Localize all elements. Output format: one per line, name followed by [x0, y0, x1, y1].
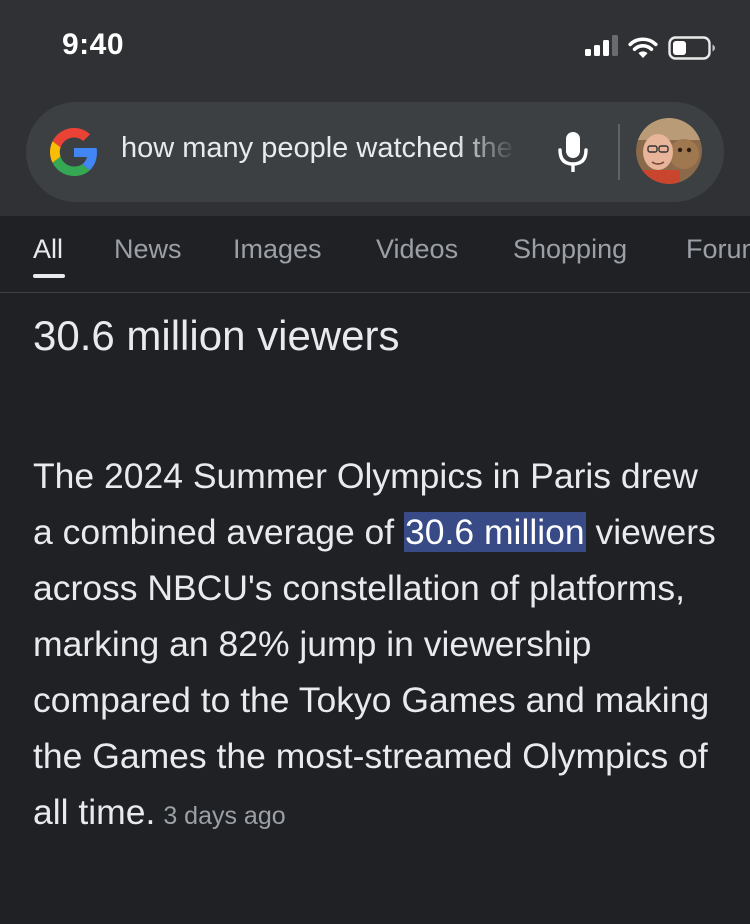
tab-videos[interactable]: Videos	[376, 234, 458, 265]
search-tabs: All News Images Videos Shopping Forums	[0, 216, 750, 293]
status-icons	[585, 30, 716, 60]
answer-title: 30.6 million viewers	[33, 312, 400, 359]
tab-all-indicator	[33, 274, 65, 278]
search-box[interactable]: how many people watched the olympics 202…	[26, 102, 724, 202]
tab-news[interactable]: News	[114, 234, 182, 265]
status-time: 9:40	[62, 28, 125, 61]
tab-forums[interactable]: Forums	[686, 234, 750, 265]
tab-all[interactable]: All	[33, 234, 63, 265]
wifi-icon	[628, 37, 658, 58]
user-avatar[interactable]	[636, 118, 702, 184]
snippet-date: 3 days ago	[163, 802, 286, 830]
snippet-highlight: 30.6 million	[404, 512, 586, 552]
cellular-signal-icon	[585, 34, 618, 56]
tab-shopping[interactable]: Shopping	[513, 234, 627, 265]
tab-images[interactable]: Images	[233, 234, 322, 265]
answer-snippet: The 2024 Summer Olympics in Paris drew a…	[33, 448, 723, 844]
status-bar: 9:40	[0, 0, 750, 90]
search-input[interactable]: how many people watched the olympics 202…	[121, 132, 516, 165]
snippet-text-end: viewers across NBCU's constellation of p…	[33, 512, 716, 832]
search-divider	[618, 124, 620, 180]
google-g-icon	[50, 128, 97, 176]
battery-icon	[668, 36, 715, 60]
microphone-icon[interactable]	[556, 130, 590, 174]
